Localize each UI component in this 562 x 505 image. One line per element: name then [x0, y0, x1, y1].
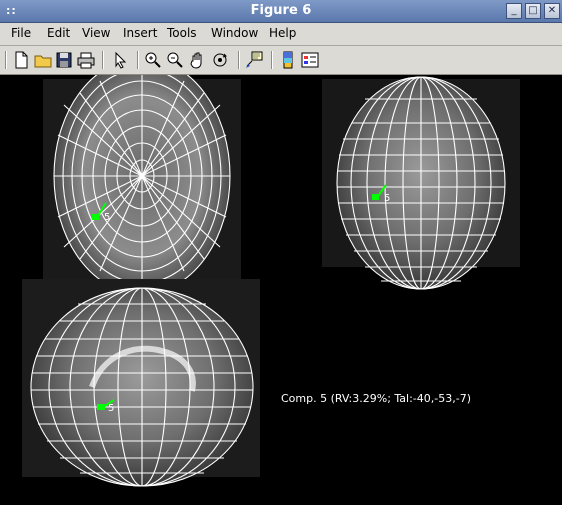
brain-glyph-plots: 5 5 5 — [22, 57, 520, 487]
pan-hand-icon[interactable] — [188, 50, 208, 70]
close-icon[interactable]: ✕ — [544, 3, 560, 19]
menu-insert[interactable]: Insert — [123, 26, 157, 40]
marker-label: 5 — [384, 193, 390, 204]
component-caption: Comp. 5 (RV:3.29%; Tal:-40,-53,-7) — [281, 392, 471, 405]
figure-canvas[interactable]: 5 5 5 Comp. 5 (RV:3.29%; Tal:-40,-53,-7) — [0, 57, 562, 501]
menu-edit[interactable]: Edit — [47, 26, 70, 40]
menu-bar: File Edit View Insert Tools Window Help — [0, 23, 562, 46]
new-file-icon[interactable] — [11, 50, 31, 70]
sagittal-view: 5 — [22, 279, 260, 487]
menu-view[interactable]: View — [82, 26, 110, 40]
marker-label: 5 — [104, 212, 110, 223]
zoom-in-icon[interactable] — [143, 50, 163, 70]
print-icon[interactable] — [76, 50, 96, 70]
figure-window: :: Figure 6 _ □ ✕ File Edit View Insert … — [0, 0, 562, 501]
maximize-icon[interactable]: □ — [525, 3, 541, 19]
data-cursor-icon[interactable] — [244, 50, 264, 70]
toolbar-separator — [238, 51, 240, 69]
pointer-arrow-icon[interactable] — [110, 50, 130, 70]
toolbar-separator — [5, 51, 7, 69]
figure-toolbar — [0, 46, 562, 75]
minimize-icon[interactable]: _ — [506, 3, 522, 19]
rotate-3d-icon[interactable] — [210, 50, 230, 70]
marker-label: 5 — [108, 403, 114, 414]
menu-file[interactable]: File — [11, 26, 31, 40]
title-bar[interactable]: :: Figure 6 _ □ ✕ — [0, 0, 562, 23]
zoom-out-icon[interactable] — [165, 50, 185, 70]
window-title: Figure 6 — [250, 3, 312, 18]
coronal-view: 5 — [322, 76, 520, 290]
menu-help[interactable]: Help — [269, 26, 296, 40]
colorbar-icon[interactable] — [278, 50, 298, 70]
axial-view: 5 — [43, 57, 241, 299]
open-folder-icon[interactable] — [33, 50, 53, 70]
menu-window[interactable]: Window — [211, 26, 258, 40]
legend-icon[interactable] — [300, 50, 320, 70]
toolbar-separator — [137, 51, 139, 69]
toolbar-separator — [271, 51, 273, 69]
menu-tools[interactable]: Tools — [167, 26, 197, 40]
save-icon[interactable] — [54, 50, 74, 70]
toolbar-separator — [102, 51, 104, 69]
